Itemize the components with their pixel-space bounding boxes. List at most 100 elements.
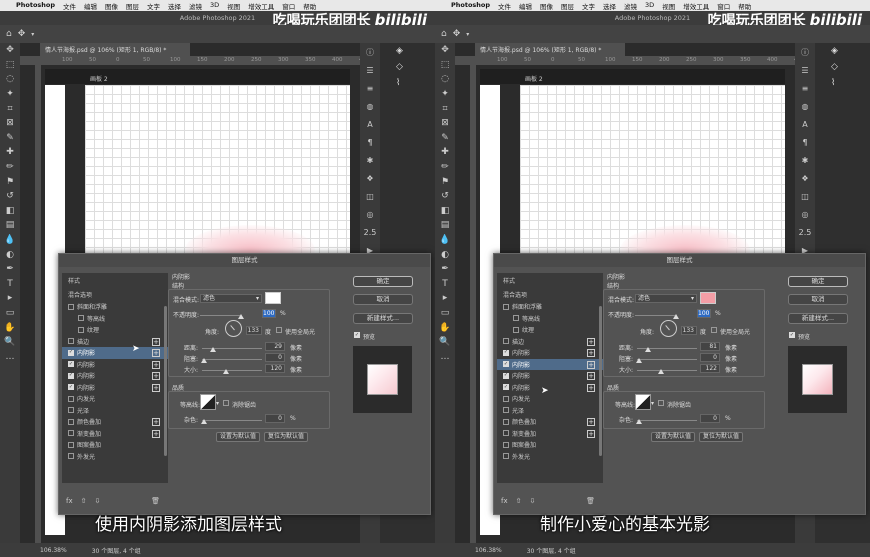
- move-up-icon[interactable]: ⇧: [81, 497, 87, 505]
- preview-checkbox[interactable]: ✓: [354, 332, 360, 338]
- menu-item[interactable]: 滤镜: [189, 1, 202, 11]
- frame-tool-icon[interactable]: ⊠: [0, 116, 20, 131]
- brush-settings-icon[interactable]: ❖: [360, 169, 380, 187]
- menu-item[interactable]: 帮助: [303, 1, 316, 11]
- home-icon[interactable]: ⌂: [6, 29, 12, 39]
- pen-tool-icon[interactable]: ✒: [0, 262, 20, 277]
- choke-input[interactable]: 0: [265, 353, 285, 362]
- menu-item[interactable]: 图像: [105, 1, 118, 11]
- menu-item[interactable]: 增效工具: [248, 1, 274, 11]
- angle-dial[interactable]: [225, 320, 242, 337]
- style-item[interactable]: 内发光: [497, 393, 603, 405]
- move-tool-icon[interactable]: ✥: [435, 43, 455, 58]
- add-style-icon[interactable]: +: [152, 372, 160, 380]
- style-item[interactable]: 渐变叠加 +: [497, 428, 603, 440]
- trash-icon[interactable]: 🗑: [151, 497, 160, 505]
- fx-icon[interactable]: fx: [501, 497, 508, 505]
- zoom-level[interactable]: 106.38%: [475, 547, 502, 554]
- shadow-color-swatch[interactable]: [700, 292, 716, 304]
- dodge-tool-icon[interactable]: ◐: [0, 247, 20, 262]
- move-tool-icon[interactable]: ✥: [18, 29, 26, 39]
- style-checkbox[interactable]: [68, 418, 74, 425]
- style-checkbox[interactable]: [503, 430, 509, 437]
- style-checkbox[interactable]: ✓: [68, 372, 74, 379]
- styles-header[interactable]: 样式: [497, 273, 603, 288]
- set-default-button[interactable]: 设置为默认值: [216, 432, 260, 442]
- style-checkbox[interactable]: [68, 430, 74, 437]
- add-style-icon[interactable]: +: [587, 418, 595, 426]
- move-tool-icon[interactable]: ✥: [453, 29, 461, 39]
- more-tool-icon[interactable]: …: [435, 349, 455, 364]
- noise-slider[interactable]: [202, 420, 262, 421]
- eyedropper-tool-icon[interactable]: ✎: [0, 131, 20, 146]
- style-item[interactable]: 描边 +: [62, 336, 168, 348]
- style-checkbox[interactable]: [78, 326, 84, 333]
- opacity-knob[interactable]: [673, 314, 679, 319]
- add-style-icon[interactable]: +: [587, 383, 595, 392]
- add-style-icon[interactable]: +: [587, 360, 595, 369]
- style-checkbox[interactable]: ✓: [503, 361, 509, 368]
- style-checkbox[interactable]: [513, 326, 519, 333]
- home-icon[interactable]: ⌂: [441, 29, 447, 39]
- style-item[interactable]: ✓ 内阴影 +: [62, 359, 168, 371]
- lasso-tool-icon[interactable]: ◌: [0, 72, 20, 87]
- gradient-tool-icon[interactable]: ▤: [435, 218, 455, 233]
- style-checkbox[interactable]: [503, 453, 509, 460]
- clone-icon[interactable]: ◎: [795, 205, 815, 223]
- history-brush-tool-icon[interactable]: ↺: [0, 189, 20, 204]
- style-item[interactable]: 图案叠加: [497, 439, 603, 451]
- menu-item[interactable]: 滤镜: [624, 1, 637, 11]
- style-checkbox[interactable]: ✓: [68, 361, 74, 368]
- info-icon[interactable]: ⓘ: [795, 43, 815, 61]
- add-style-icon[interactable]: +: [152, 418, 160, 426]
- properties-icon[interactable]: ◫: [795, 187, 815, 205]
- menu-item[interactable]: 图像: [540, 1, 553, 11]
- adjust-icon[interactable]: ☰: [360, 61, 380, 79]
- antialias-checkbox[interactable]: [658, 400, 664, 406]
- number-icon[interactable]: 2.5: [795, 223, 815, 241]
- size-input[interactable]: 122: [700, 364, 720, 373]
- stamp-tool-icon[interactable]: ⚑: [435, 174, 455, 189]
- adjust-icon[interactable]: ☰: [795, 61, 815, 79]
- menu-item[interactable]: 文件: [63, 1, 76, 11]
- style-item[interactable]: 内发光: [62, 393, 168, 405]
- info-icon[interactable]: ⓘ: [360, 43, 380, 61]
- brush-settings-icon[interactable]: ❖: [795, 169, 815, 187]
- angle-dial[interactable]: [660, 320, 677, 337]
- brush-tool-icon[interactable]: ✏: [435, 160, 455, 175]
- antialias-checkbox[interactable]: [223, 400, 229, 406]
- channels-icon[interactable]: ◇: [815, 59, 870, 75]
- magic-wand-tool-icon[interactable]: ✦: [0, 87, 20, 102]
- reset-default-button[interactable]: 复位为默认值: [264, 432, 308, 442]
- add-style-icon[interactable]: +: [152, 429, 160, 438]
- number-icon[interactable]: 2.5: [360, 223, 380, 241]
- menu-item[interactable]: 文件: [498, 1, 511, 11]
- menu-item[interactable]: 选择: [603, 1, 616, 11]
- menu-item[interactable]: 窗口: [717, 1, 730, 11]
- document-tab[interactable]: 情人节海报.psd @ 106% (矩形 1, RGB/8) *: [40, 43, 190, 56]
- type-tool-icon[interactable]: T: [435, 277, 455, 292]
- menu-item[interactable]: 增效工具: [683, 1, 709, 11]
- shape-tool-icon[interactable]: ▭: [435, 306, 455, 321]
- marquee-tool-icon[interactable]: ⬚: [435, 58, 455, 73]
- ok-button[interactable]: 确定: [353, 276, 413, 287]
- eyedropper-tool-icon[interactable]: ✎: [435, 131, 455, 146]
- opacity-input[interactable]: 100: [697, 309, 711, 318]
- style-item[interactable]: 外发光: [497, 451, 603, 463]
- paths-icon[interactable]: ⌇: [380, 75, 435, 91]
- style-item[interactable]: 等高线: [62, 313, 168, 325]
- style-item[interactable]: 颜色叠加 +: [62, 416, 168, 428]
- layers-icon[interactable]: ◈: [380, 43, 435, 59]
- stamp-tool-icon[interactable]: ⚑: [0, 174, 20, 189]
- swatch-icon[interactable]: ≡: [360, 79, 380, 97]
- menu-item[interactable]: 窗口: [282, 1, 295, 11]
- menu-item[interactable]: 视图: [227, 1, 240, 11]
- gradient-tool-icon[interactable]: ▤: [0, 218, 20, 233]
- shadow-color-swatch[interactable]: [265, 292, 281, 304]
- menu-item[interactable]: 3D: [210, 1, 219, 11]
- glyphs-icon[interactable]: ✱: [795, 151, 815, 169]
- cancel-button[interactable]: 取消: [788, 294, 848, 305]
- preview-checkbox[interactable]: ✓: [789, 332, 795, 338]
- size-knob[interactable]: [223, 369, 229, 374]
- healing-tool-icon[interactable]: ✚: [0, 145, 20, 160]
